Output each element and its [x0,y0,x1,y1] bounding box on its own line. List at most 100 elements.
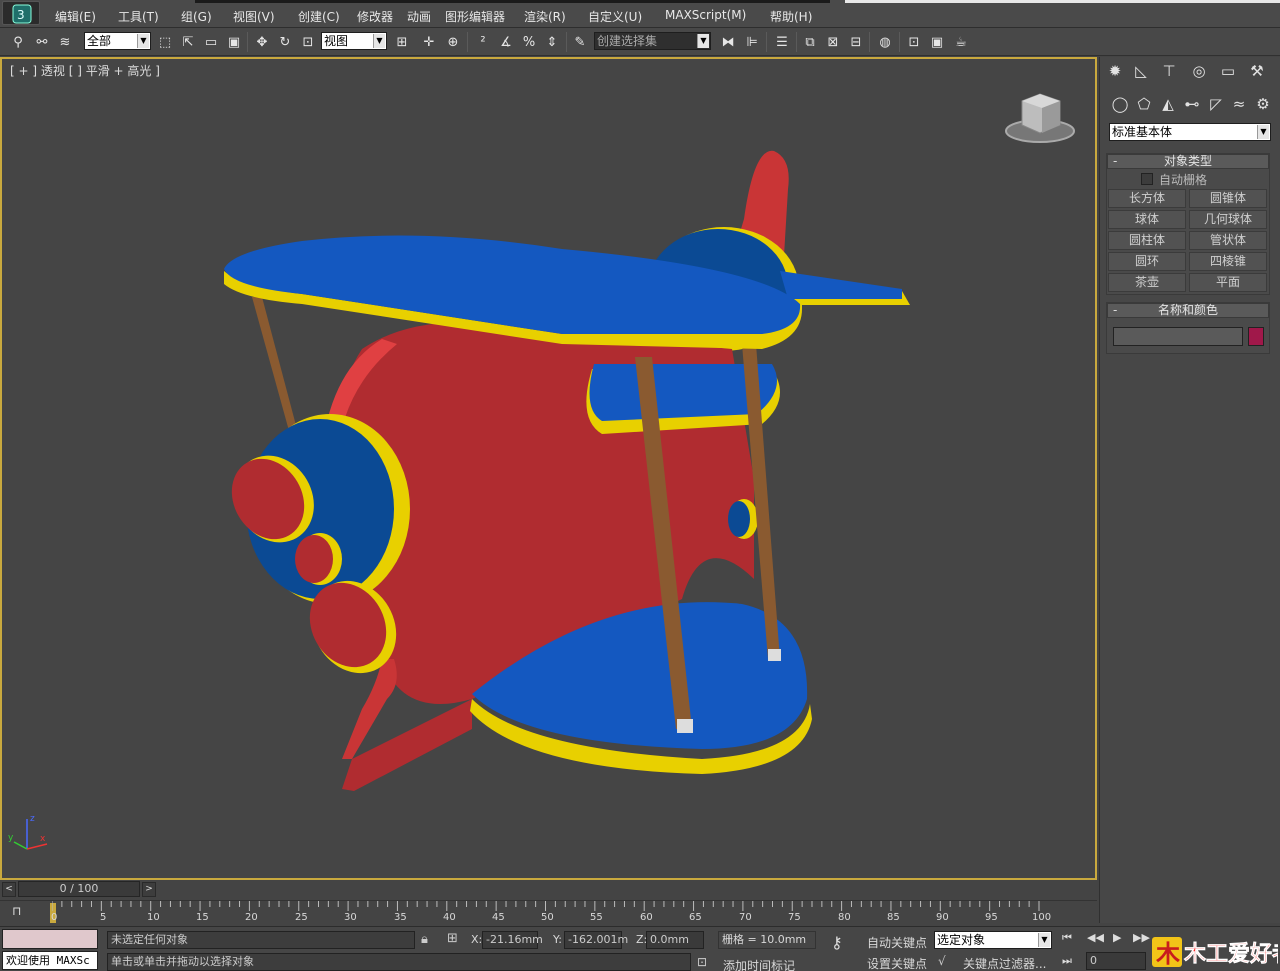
select-manipulate-icon[interactable]: ✛ [419,32,439,52]
shapes-icon[interactable]: ⬠ [1133,93,1155,115]
menu-tools[interactable]: 工具(T) [118,8,159,25]
menu-group[interactable]: 组(G) [181,8,212,25]
menu-rendering[interactable]: 渲染(R) [524,8,566,25]
rendered-frame-icon[interactable]: ▣ [927,32,947,52]
pivot-center-icon[interactable]: ⊞ [392,32,412,52]
maxscript-listener-pink[interactable] [2,929,98,949]
sphere-button[interactable]: 球体 [1108,210,1186,229]
keyboard-shortcut-icon[interactable]: ⊕ [443,32,463,52]
geosphere-button[interactable]: 几何球体 [1189,210,1267,229]
absolute-mode-icon[interactable]: ⊞ [447,931,458,946]
object-name-field[interactable] [1113,327,1243,346]
menu-edit[interactable]: 编辑(E) [55,8,96,25]
angle-snap-icon[interactable]: ∡ [496,32,516,52]
material-editor-icon[interactable]: ◍ [875,32,895,52]
motion-tab-icon[interactable]: ◎ [1188,60,1210,82]
spinner-snap-icon[interactable]: ⇕ [542,32,562,52]
helpers-icon[interactable]: ◸ [1205,93,1227,115]
utilities-tab-icon[interactable]: ⚒ [1246,60,1268,82]
cameras-icon[interactable]: ⊷ [1181,93,1203,115]
unlink-icon[interactable]: ⚯ [32,32,52,52]
align-icon[interactable]: ⊫ [742,32,762,52]
tube-button[interactable]: 管状体 [1189,231,1267,250]
layer-manager-icon[interactable]: ☰ [772,32,792,52]
move-icon[interactable]: ✥ [252,32,272,52]
edit-named-selection-icon[interactable]: ✎ [570,32,590,52]
snaps-toggle-icon[interactable]: ² [473,32,493,52]
object-type-header[interactable]: - 对象类型 [1107,154,1269,169]
systems-icon[interactable]: ⚙ [1252,93,1274,115]
torus-button[interactable]: 圆环 [1108,252,1186,271]
maxscript-listener-white[interactable]: 欢迎使用 MAXSc [2,951,98,970]
previous-frame-icon[interactable]: ◀◀ [1087,931,1104,944]
lights-icon[interactable]: ◭ [1157,93,1179,115]
percent-snap-icon[interactable]: % [519,32,539,52]
named-selection-dropdown[interactable]: 创建选择集 ▼ [594,32,711,50]
current-frame-field[interactable]: 0 [1086,952,1146,970]
track-bar[interactable]: ⊓ 0 5 10 15 20 25 30 35 40 45 50 55 60 6… [0,900,1097,926]
auto-key-button[interactable]: 自动关键点 [867,934,927,951]
go-to-start-icon[interactable]: ⏮ [1062,931,1072,945]
add-time-tag[interactable]: 添加时间标记 [723,957,795,971]
rectangular-selection-icon[interactable]: ▭ [201,32,221,52]
menu-graph-editors[interactable]: 图形编辑器 [445,8,505,25]
pyramid-button[interactable]: 四棱锥 [1189,252,1267,271]
airplane-model-scene[interactable]: z x y [2,59,1095,878]
scale-icon[interactable]: ⊡ [298,32,318,52]
render-production-icon[interactable]: ☕ [951,32,971,52]
hierarchy-tab-icon[interactable]: ⊤ [1158,60,1180,82]
viewcube-icon[interactable] [1005,93,1075,143]
app-logo-button[interactable]: 3 [2,1,40,25]
menu-view[interactable]: 视图(V) [233,8,275,25]
z-coordinate-field[interactable]: 0.0mm [646,931,704,949]
object-color-swatch[interactable] [1248,327,1264,346]
slider-prev-icon[interactable]: < [2,882,16,897]
menu-help[interactable]: 帮助(H) [770,8,812,25]
time-slider[interactable]: 0 / 100 [18,881,140,897]
x-coordinate-field[interactable]: -21.16mm [482,931,543,949]
key-mode-icon[interactable]: ⏭ [1062,954,1072,968]
curve-editor-icon[interactable]: ⊠ [823,32,843,52]
selection-filter-dropdown[interactable]: 全部 ▼ [84,32,151,50]
cone-button[interactable]: 圆锥体 [1189,189,1267,208]
object-category-dropdown[interactable]: 标准基本体 ▼ [1109,123,1271,141]
key-tangent-icon[interactable]: √ [938,954,946,968]
play-icon[interactable]: ▶ [1113,931,1121,944]
select-by-name-icon[interactable]: ⇱ [178,32,198,52]
y-coordinate-field[interactable]: -162.001m [564,931,628,949]
schematic-view-icon[interactable]: ⊟ [846,32,866,52]
menu-maxscript[interactable]: MAXScript(M) [665,8,746,22]
slider-next-icon[interactable]: > [142,882,156,897]
lock-icon[interactable]: 🔒︎ [421,932,428,947]
select-object-icon[interactable]: ⬚ [155,32,175,52]
key-icon[interactable]: ⚷ [831,933,843,952]
mini-curve-editor-icon[interactable]: ⊓ [12,904,30,922]
key-filters-button[interactable]: 关键点过滤器... [963,955,1046,971]
perspective-viewport[interactable]: [ + ] 透视 [ ] 平滑 + 高光 ] z x y [0,57,1097,880]
modify-tab-icon[interactable]: ◺ [1130,60,1152,82]
name-color-header[interactable]: - 名称和颜色 [1107,303,1269,318]
bind-spacewarp-icon[interactable]: ≋ [55,32,75,52]
autogrid-checkbox[interactable] [1141,173,1153,185]
menu-modifiers[interactable]: 修改器 [357,8,393,25]
link-icon[interactable]: ⚲ [8,32,28,52]
menu-customize[interactable]: 自定义(U) [588,8,642,25]
teapot-button[interactable]: 茶壶 [1108,273,1186,292]
box-button[interactable]: 长方体 [1108,189,1186,208]
window-crossing-icon[interactable]: ▣ [224,32,244,52]
menu-animation[interactable]: 动画 [407,8,431,25]
time-tag-icon[interactable]: ⊡ [697,955,707,969]
key-selection-dropdown[interactable]: 选定对象 ▼ [934,931,1052,949]
reference-coord-dropdown[interactable]: 视图 ▼ [321,32,387,50]
menu-create[interactable]: 创建(C) [298,8,340,25]
rotate-icon[interactable]: ↻ [275,32,295,52]
mirror-icon[interactable]: ⧓ [718,32,738,52]
cylinder-button[interactable]: 圆柱体 [1108,231,1186,250]
plane-button[interactable]: 平面 [1189,273,1267,292]
geometry-icon[interactable]: ◯ [1109,93,1131,115]
create-tab-icon[interactable]: ✹ [1104,60,1126,82]
set-key-button[interactable]: 设置关键点 [867,955,927,971]
graphite-ribbon-icon[interactable]: ⧉ [800,32,820,52]
display-tab-icon[interactable]: ▭ [1217,60,1239,82]
render-setup-icon[interactable]: ⊡ [904,32,924,52]
